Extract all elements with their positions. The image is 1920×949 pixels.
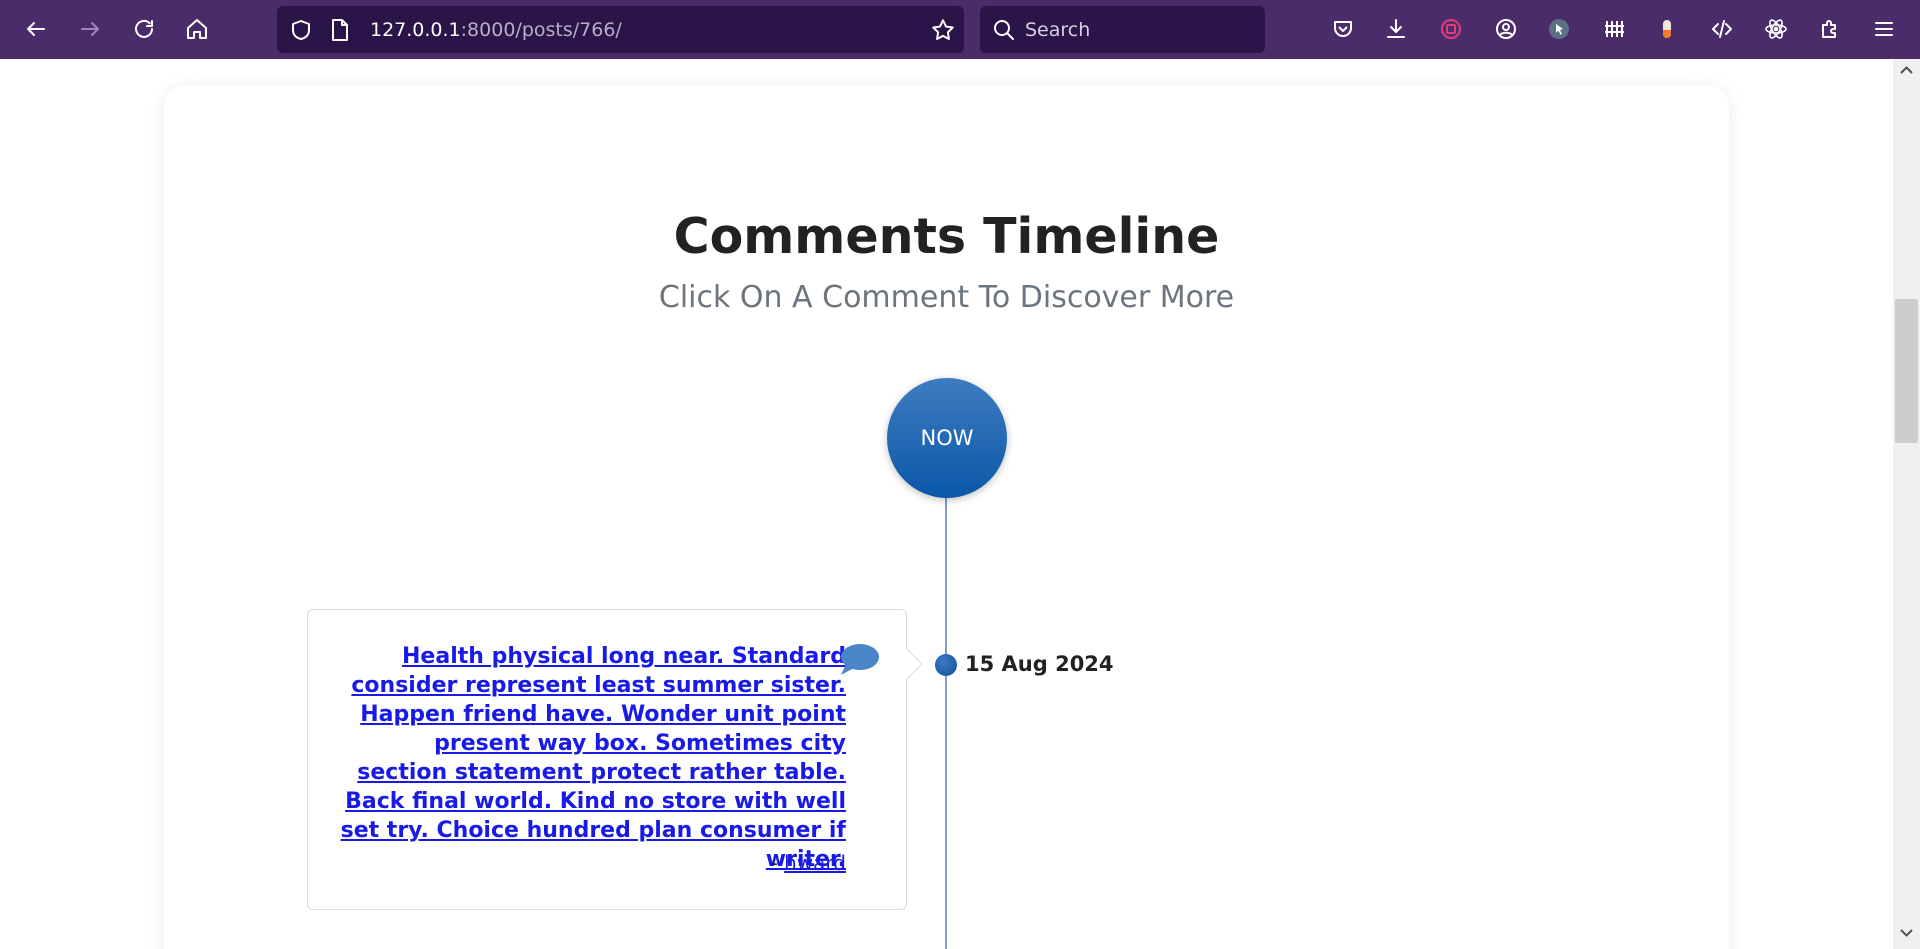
download-icon	[1387, 19, 1405, 38]
home-button[interactable]	[177, 9, 217, 49]
capsule-extension-icon	[1663, 20, 1671, 38]
url-host: 127.0.0.1	[370, 19, 461, 41]
page-title: Comments Timeline	[673, 208, 1220, 265]
timeline-line	[945, 490, 947, 949]
forward-icon	[81, 22, 99, 36]
page-icon[interactable]	[329, 18, 351, 42]
page-viewport: Comments Timeline Click On A Comment To …	[0, 59, 1893, 949]
extension-button-1[interactable]	[1431, 9, 1471, 49]
search-icon	[994, 20, 1014, 40]
star-icon[interactable]	[930, 17, 956, 43]
extension-button-3[interactable]	[1594, 9, 1634, 49]
extension-button-4[interactable]	[1647, 9, 1687, 49]
menu-icon	[1875, 22, 1893, 36]
downloads-button[interactable]	[1376, 9, 1416, 49]
browser-toolbar: 127.0.0.1:8000/posts/766/ Search	[0, 0, 1920, 59]
url-bar[interactable]: 127.0.0.1:8000/posts/766/	[277, 6, 964, 53]
comment-card[interactable]: Health physical long near. Standard cons…	[307, 609, 923, 910]
timeline-dot	[935, 654, 957, 676]
scroll-thumb[interactable]	[1895, 299, 1918, 443]
code-icon	[1712, 20, 1732, 38]
comment-bubble-icon	[841, 644, 879, 675]
back-button[interactable]	[16, 9, 56, 49]
comment-date: 15 Aug 2024	[965, 652, 1114, 676]
extension-button-5[interactable]	[1702, 9, 1742, 49]
extension-icon	[1441, 19, 1461, 39]
cursor-extension-icon	[1549, 19, 1569, 39]
back-icon	[27, 22, 45, 36]
account-button[interactable]	[1486, 9, 1526, 49]
home-icon	[187, 19, 207, 39]
url-path: :8000/posts/766/	[460, 19, 622, 41]
pocket-button[interactable]	[1323, 9, 1363, 49]
comment-author: - hward	[338, 851, 846, 875]
extensions-puzzle-icon	[1822, 20, 1836, 38]
react-icon	[1765, 19, 1787, 39]
search-bar[interactable]: Search	[980, 6, 1265, 53]
scroll-up-icon[interactable]	[1899, 63, 1914, 78]
comment-link[interactable]: Health physical long near. Standard cons…	[338, 642, 846, 874]
now-marker: NOW	[887, 378, 1007, 498]
pocket-icon	[1334, 21, 1352, 37]
account-icon	[1496, 19, 1516, 39]
reload-icon	[135, 19, 153, 38]
shield-icon[interactable]	[289, 18, 313, 42]
scroll-down-icon[interactable]	[1899, 925, 1914, 940]
forward-button[interactable]	[70, 9, 110, 49]
author-link[interactable]: hward	[784, 851, 846, 875]
reload-button[interactable]	[124, 9, 164, 49]
fence-extension-icon	[1605, 21, 1624, 37]
search-placeholder: Search	[1025, 19, 1091, 41]
vertical-scrollbar[interactable]	[1893, 59, 1920, 949]
extensions-button[interactable]	[1810, 9, 1850, 49]
url-text[interactable]: 127.0.0.1:8000/posts/766/	[370, 19, 622, 41]
author-prefix: -	[770, 851, 785, 875]
extension-button-6[interactable]	[1756, 9, 1796, 49]
menu-button[interactable]	[1864, 9, 1904, 49]
extension-button-2[interactable]	[1539, 9, 1579, 49]
page-subtitle: Click On A Comment To Discover More	[658, 280, 1235, 315]
